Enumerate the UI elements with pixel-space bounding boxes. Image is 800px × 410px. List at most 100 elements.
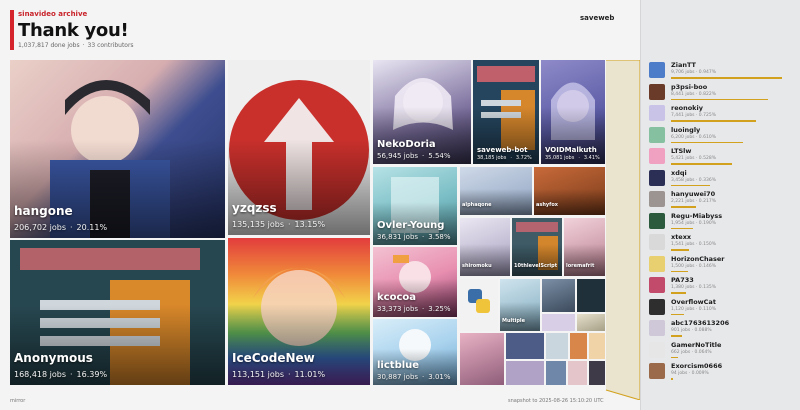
contributor-stats: 35,081 jobs · 3.41% bbox=[545, 155, 600, 161]
tile-lictblue[interactable]: lictblue 30,887 jobs · 3.01% bbox=[373, 319, 457, 385]
leaderboard-row[interactable]: reonokiy 7,441 jobs · 0.725% bbox=[649, 103, 799, 125]
leaderboard-row[interactable]: Exorcism0666 94 jobs · 0.009% bbox=[649, 361, 799, 383]
python-icon bbox=[468, 289, 490, 313]
leaderboard-row[interactable]: xdqi 3,458 jobs · 0.336% bbox=[649, 168, 799, 190]
leaderboard-row[interactable]: ZianTT 9,706 jobs · 0.947% bbox=[649, 60, 799, 82]
avatar bbox=[546, 361, 566, 385]
contributor-name: p3psi-boo bbox=[671, 82, 708, 91]
avatar bbox=[649, 169, 665, 186]
contributor-name: yzqzss bbox=[232, 201, 277, 215]
contributor-name: PA733 bbox=[671, 276, 694, 284]
leaderboard-sidebar: ZianTT 9,706 jobs · 0.947% p3psi-boo 8,441 … bbox=[640, 0, 800, 410]
contributor-stats: 662 jobs · 0.064% bbox=[671, 349, 712, 355]
leaderboard-row[interactable]: Regu-Miabyss 1,954 jobs · 0.190% bbox=[649, 211, 799, 233]
tile-hoodie[interactable] bbox=[542, 279, 575, 312]
contributor-stats: 6,200 jobs · 0.610% bbox=[671, 134, 716, 140]
contributor-name: xdqi bbox=[671, 168, 687, 177]
contributor-stats: 38,185 jobs · 3.72% bbox=[477, 155, 532, 161]
avatar bbox=[542, 314, 575, 331]
contributor-name: luoingly bbox=[671, 125, 701, 134]
tile-ashyfox[interactable]: ashyfox bbox=[534, 167, 605, 215]
tile-yzqzss[interactable]: yzqzss 135,135 jobs · 13.15% bbox=[228, 60, 370, 235]
tile-nekodoria[interactable]: NekoDoria 56,945 jobs · 5.54% bbox=[373, 60, 471, 164]
tile-hangone[interactable]: hangone 206,702 jobs · 20.11% bbox=[10, 60, 225, 238]
tile-python[interactable] bbox=[460, 279, 498, 331]
tile-small-h[interactable] bbox=[546, 361, 566, 385]
share-bar bbox=[671, 249, 689, 251]
leaderboard-row[interactable]: abc1763613206 901 jobs · 0.088% bbox=[649, 318, 799, 340]
leaderboard-row[interactable]: xtexx 1,541 jobs · 0.150% bbox=[649, 232, 799, 254]
contributor-stats: 8,441 jobs · 0.822% bbox=[671, 91, 716, 97]
tile-small-i[interactable] bbox=[568, 361, 587, 385]
avatar bbox=[506, 361, 544, 385]
tile-anonymous[interactable]: Anonymous 168,418 jobs · 16.39% bbox=[10, 240, 225, 385]
avatar bbox=[649, 126, 665, 143]
page-title: Thank you! bbox=[18, 20, 129, 41]
leaderboard-row[interactable]: luoingly 6,200 jobs · 0.610% bbox=[649, 125, 799, 147]
avatar bbox=[649, 62, 665, 78]
contributor-name: abc1763613206 bbox=[671, 319, 730, 327]
tile-small-c[interactable] bbox=[506, 333, 544, 359]
leaderboard-row[interactable]: p3psi-boo 8,441 jobs · 0.822% bbox=[649, 82, 799, 104]
leaderboard-row[interactable]: OverflowCat 1,120 jobs · 0.110% bbox=[649, 297, 799, 319]
leaderboard-row[interactable]: HorizonChaser 1,500 jobs · 0.146% bbox=[649, 254, 799, 276]
leaderboard-row[interactable]: LTSlw 5,421 jobs · 0.528% bbox=[649, 146, 799, 168]
avatar bbox=[460, 279, 498, 331]
tile-small-a[interactable] bbox=[542, 314, 575, 331]
contributor-name: HorizonChaser bbox=[671, 254, 725, 263]
contributor-stats: 1,541 jobs · 0.150% bbox=[671, 242, 716, 247]
share-bar bbox=[671, 292, 687, 294]
tile-voidmalkuth[interactable]: VOIDMalkuth 35,081 jobs · 3.41% bbox=[541, 60, 605, 164]
share-bar bbox=[671, 206, 696, 208]
summary-line: 1,037,817 done jobs · 33 contributors bbox=[18, 42, 134, 49]
contributor-name: LTSlw bbox=[671, 147, 692, 155]
tile-alphaqone[interactable]: alphaqone bbox=[460, 167, 532, 215]
tile-shiromoku[interactable]: shiromoku bbox=[460, 218, 510, 276]
tile-kcocoa[interactable]: kcocoa 33,373 jobs · 3.25% bbox=[373, 247, 457, 317]
tile-small-e[interactable] bbox=[546, 333, 568, 359]
share-bar bbox=[671, 270, 688, 272]
brand-logo[interactable]: saveweb bbox=[580, 14, 614, 22]
tile-small-f[interactable] bbox=[570, 333, 587, 359]
avatar bbox=[649, 148, 665, 164]
contributor-name: lictblue bbox=[377, 360, 420, 371]
share-bar bbox=[671, 335, 682, 337]
tile-10thlevelscript[interactable]: 10thlevelScript bbox=[512, 218, 562, 276]
contributor-name: Multiple bbox=[502, 318, 526, 324]
contributor-name: shiromoku bbox=[462, 263, 492, 269]
avatar bbox=[570, 333, 587, 359]
share-bar bbox=[671, 227, 694, 229]
contributor-stats: 206,702 jobs · 20.11% bbox=[14, 223, 108, 232]
tile-small-j[interactable] bbox=[589, 361, 605, 385]
tile-pixel[interactable] bbox=[577, 279, 605, 312]
contributor-name: 10thlevelScript bbox=[514, 263, 558, 269]
contributor-stats: 56,945 jobs · 5.54% bbox=[377, 152, 451, 160]
tile-loremafrit[interactable]: loremafrit bbox=[564, 218, 605, 276]
tile-small-d[interactable] bbox=[506, 361, 544, 385]
avatar bbox=[649, 363, 665, 379]
contributor-name: hanyuwei70 bbox=[671, 190, 716, 198]
avatar bbox=[577, 279, 605, 312]
contributor-stats: 33,373 jobs · 3.25% bbox=[377, 305, 451, 313]
tile-gtaxo[interactable] bbox=[577, 314, 605, 331]
leaderboard-row[interactable]: GamerNoTitle 662 jobs · 0.064% bbox=[649, 340, 799, 362]
share-bar bbox=[671, 163, 733, 165]
leaderboard-row[interactable]: PA733 1,380 jobs · 0.135% bbox=[649, 275, 799, 297]
contributor-stats: 1,120 jobs · 0.110% bbox=[671, 306, 716, 312]
tile-multiple[interactable]: Multiple bbox=[500, 279, 540, 331]
avatar bbox=[506, 333, 544, 359]
contributor-name: alphaqone bbox=[462, 202, 492, 208]
tile-ovler-young[interactable]: Ovler-Young 36,831 jobs · 3.58% bbox=[373, 167, 457, 245]
tile-icecodenew[interactable]: IceCodeNew 113,151 jobs · 11.01% bbox=[228, 238, 370, 385]
project-label: sinavideo archive bbox=[18, 10, 88, 18]
tile-small-b[interactable] bbox=[460, 333, 504, 385]
tile-small-g[interactable] bbox=[589, 333, 605, 359]
contributor-stats: 3,458 jobs · 0.336% bbox=[671, 177, 716, 183]
tile-saveweb-bot[interactable]: saveweb-bot 38,185 jobs · 3.72% bbox=[473, 60, 539, 164]
contributor-name: IceCodeNew bbox=[232, 351, 315, 365]
avatar bbox=[649, 255, 665, 272]
leaderboard-row[interactable]: hanyuwei70 2,221 jobs · 0.217% bbox=[649, 189, 799, 211]
avatar bbox=[649, 212, 665, 229]
accent-bar bbox=[10, 10, 14, 50]
contributor-name: Anonymous bbox=[14, 351, 93, 365]
